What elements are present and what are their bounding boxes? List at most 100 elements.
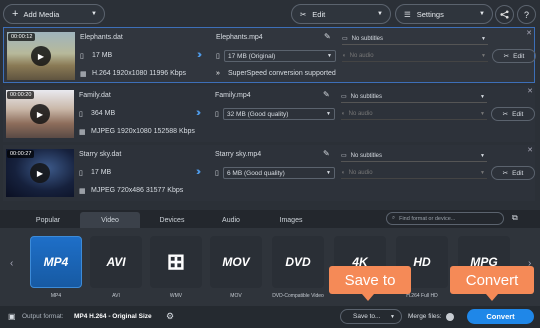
quality-value: 17 MB (Original)	[228, 52, 276, 60]
sliders-icon: ☰	[404, 9, 411, 19]
format-label: MOV	[230, 293, 242, 299]
subtitles-icon: ▭	[341, 153, 347, 159]
source-filename: Starry sky.dat	[79, 151, 122, 158]
scissors-icon: ✂	[502, 111, 509, 118]
pencil-icon[interactable]: ✎	[323, 149, 330, 158]
film-icon: ▦	[79, 188, 86, 195]
convert-arrow-icon: ›››	[196, 107, 201, 119]
audio-select[interactable]: ◖ No audio ▼	[342, 50, 488, 62]
callout-pointer	[362, 294, 374, 301]
format-avi[interactable]: AVI	[90, 236, 142, 288]
file-icon: ▯	[215, 170, 219, 177]
help-icon: ?	[523, 9, 529, 20]
chevron-down-icon: ▼	[479, 11, 485, 17]
quality-select[interactable]: 32 MB (Good quality) ▼	[223, 108, 335, 120]
format-tabs: Popular Video Devices Audio Images ⌕ Fin…	[0, 210, 540, 228]
save-to-label: Save to...	[353, 313, 381, 320]
thumbnail[interactable]: 00:00:12 ▶	[7, 32, 75, 80]
play-icon[interactable]: ▶	[30, 163, 50, 183]
pencil-icon[interactable]: ✎	[323, 90, 330, 99]
tab-devices[interactable]: Devices	[142, 212, 202, 228]
tab-audio[interactable]: Audio	[202, 212, 260, 228]
format-mp4[interactable]: MP4	[30, 236, 82, 288]
subtitles-select[interactable]: ▭ No subtitles ▼	[342, 33, 488, 45]
chevron-down-icon: ▼	[481, 52, 486, 59]
convert-button[interactable]: Convert	[467, 309, 534, 324]
scissors-icon: ✂	[503, 53, 510, 60]
file-row[interactable]: 00:00:12 ▶ Elephants.dat ▯ 17 MB ▦ H.264…	[3, 27, 536, 83]
audio-icon: ◖	[341, 169, 345, 176]
chevron-down-icon: ▼	[481, 35, 486, 42]
source-codec: H.264 1920x1080 11996 Kbps	[92, 70, 187, 77]
chevron-down-icon: ▼	[326, 111, 331, 117]
settings-label: Settings	[416, 9, 444, 19]
quality-value: 32 MB (Good quality)	[227, 110, 289, 118]
tab-video[interactable]: Video	[80, 212, 140, 228]
chevron-left-icon[interactable]: ‹	[10, 258, 13, 269]
play-icon[interactable]: ▶	[30, 104, 50, 124]
quality-value: 6 MB (Good quality)	[227, 169, 285, 177]
format-mov[interactable]: MOV	[210, 236, 262, 288]
audio-select[interactable]: ◖ No audio ▼	[341, 108, 487, 120]
file-icon: ▯	[80, 53, 84, 60]
tab-popular[interactable]: Popular	[18, 212, 78, 228]
format-label: WMV	[169, 293, 183, 299]
thumbnail[interactable]: 00:00:27 ▶	[6, 149, 74, 197]
save-to-button[interactable]: Save to... ▼	[340, 309, 402, 324]
merge-toggle[interactable]	[446, 313, 454, 321]
chevron-down-icon: ▼	[390, 313, 395, 320]
footer-bar: ▣ Output format: MP4 H.264 - Original Si…	[0, 306, 540, 328]
convert-arrow-icon: ›››	[196, 166, 201, 178]
format-logo: DVD	[285, 255, 311, 269]
edit-button[interactable]: ✂ Edit ▼	[291, 4, 391, 24]
quality-select[interactable]: 17 MB (Original) ▼	[224, 50, 336, 62]
format-logo: MOV	[222, 255, 250, 269]
plus-icon: +	[12, 8, 19, 20]
source-size: 17 MB	[91, 169, 112, 176]
gear-icon[interactable]: ⚙	[166, 311, 174, 322]
edit-label: Edit	[312, 9, 326, 19]
close-icon[interactable]: ✕	[526, 29, 532, 37]
format-label: MP4	[50, 293, 62, 299]
format-logo: HD	[413, 255, 431, 269]
subtitles-select[interactable]: ▭ No subtitles ▼	[341, 91, 487, 103]
file-row[interactable]: 00:00:27 ▶ Starry sky.dat ▯ 17 MB ▦ MJPE…	[3, 145, 535, 201]
file-row[interactable]: 00:00:20 ▶ Family.dat ▯ 364 MB ▦ MJPEG 1…	[3, 86, 535, 142]
format-logo: MP4	[43, 255, 69, 269]
format-wmv[interactable]: ⊞	[150, 236, 202, 288]
source-size: 364 MB	[91, 110, 116, 117]
thumbnail[interactable]: 00:00:20 ▶	[6, 90, 74, 138]
file-icon: ▯	[79, 111, 83, 118]
quality-select[interactable]: 6 MB (Good quality) ▼	[223, 167, 335, 179]
pencil-icon[interactable]: ✎	[324, 32, 331, 41]
edit-file-button[interactable]: ✂ Edit	[492, 49, 536, 63]
audio-select[interactable]: ◖ No audio ▼	[341, 167, 487, 179]
save-to-callout: Save to	[329, 266, 411, 294]
edit-file-button[interactable]: ✂ Edit	[491, 166, 535, 180]
add-media-button[interactable]: + Add Media ▼	[3, 4, 105, 24]
source-codec: MJPEG 720x486 31577 Kbps	[91, 187, 184, 194]
audio-icon: ◖	[342, 52, 346, 59]
subtitles-icon: ▭	[341, 94, 347, 100]
source-size: 17 MB	[92, 52, 113, 59]
close-icon[interactable]: ✕	[527, 146, 533, 154]
settings-button[interactable]: ☰ Settings ▼	[395, 4, 493, 24]
convert-callout: Convert	[450, 266, 534, 294]
superspeed-note: SuperSpeed conversion supported	[228, 70, 336, 77]
tab-images[interactable]: Images	[262, 212, 320, 228]
format-label: DVD-Compatible Video	[272, 293, 324, 299]
output-filename: Elephants.mp4	[216, 34, 263, 41]
close-icon[interactable]: ✕	[527, 87, 533, 95]
windows-icon: ⊞	[166, 249, 186, 274]
edit-file-button[interactable]: ✂ Edit	[491, 107, 535, 121]
format-dvd[interactable]: DVD	[272, 236, 324, 288]
play-icon[interactable]: ▶	[31, 46, 51, 66]
share-button[interactable]	[495, 5, 514, 24]
output-format-value[interactable]: MP4 H.264 - Original Size	[74, 313, 152, 320]
format-search[interactable]: ⌕ Find format or device...	[386, 212, 504, 225]
subtitles-select[interactable]: ▭ No subtitles ▼	[341, 150, 487, 162]
edit-file-label: Edit	[512, 169, 524, 177]
help-button[interactable]: ?	[517, 5, 536, 24]
collapse-panel-icon[interactable]: ⧉	[512, 213, 518, 223]
output-format-icon: ▣	[8, 312, 16, 321]
